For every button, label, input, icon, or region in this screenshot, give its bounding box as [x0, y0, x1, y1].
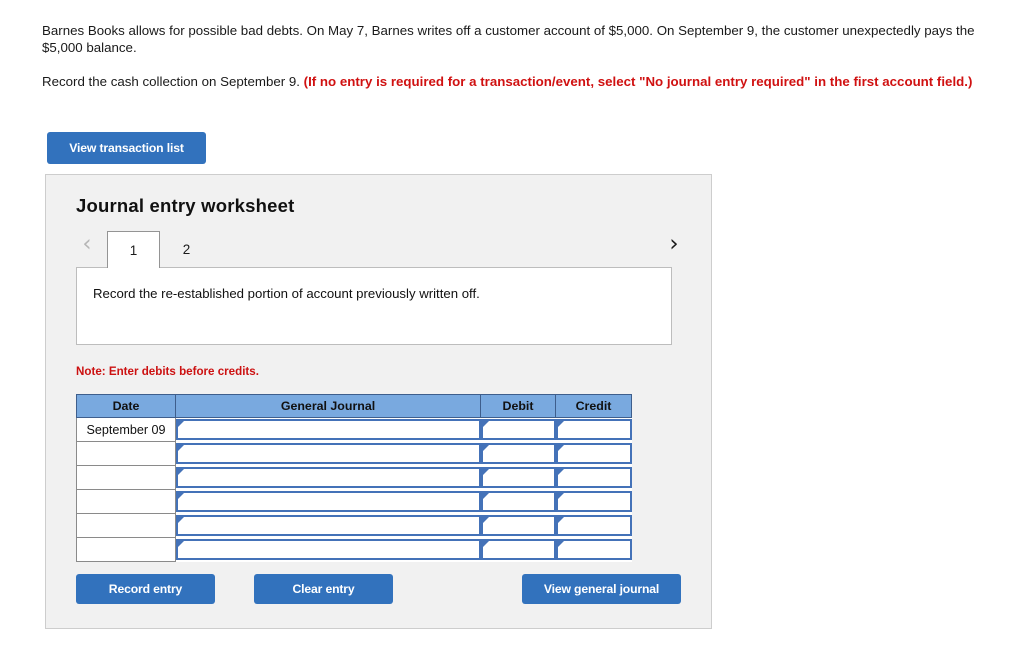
cell-credit: [555, 465, 632, 490]
debits-before-credits-note: Note: Enter debits before credits.: [76, 365, 259, 378]
record-entry-button[interactable]: Record entry: [76, 574, 215, 604]
cell-debit: [480, 537, 556, 562]
table-row: [76, 465, 632, 490]
cell-debit: [480, 489, 556, 514]
previous-entry-chevron-icon[interactable]: ‹: [76, 231, 98, 257]
view-transaction-list-button[interactable]: View transaction list: [47, 132, 206, 164]
cell-general-journal: [175, 465, 481, 490]
cell-credit: [555, 489, 632, 514]
credit-input[interactable]: [555, 419, 632, 441]
credit-input[interactable]: [555, 467, 632, 488]
debit-input[interactable]: [480, 539, 556, 560]
requirement-note: (If no entry is required for a transacti…: [303, 74, 973, 89]
credit-input[interactable]: [555, 443, 632, 464]
cell-credit: [555, 513, 632, 538]
worksheet-tab-1[interactable]: 1: [107, 231, 160, 268]
journal-entry-table: Date General Journal Debit Credit Septem…: [76, 394, 632, 562]
debit-input[interactable]: [480, 515, 556, 536]
column-header-date: Date: [76, 394, 176, 418]
cell-general-journal: [175, 537, 481, 562]
cell-date: [76, 513, 176, 538]
cell-debit: [480, 513, 556, 538]
instruction-box: Record the re-established portion of acc…: [76, 267, 672, 345]
table-row: [76, 441, 632, 466]
cell-date: [76, 537, 176, 562]
worksheet-tab-2[interactable]: 2: [160, 231, 213, 268]
cell-credit: [555, 441, 632, 466]
cell-debit: [480, 465, 556, 490]
cell-date: [76, 441, 176, 466]
general-journal-input[interactable]: [176, 539, 481, 560]
general-journal-input[interactable]: [176, 419, 481, 441]
requirement-text: Record the cash collection on September …: [42, 73, 1004, 90]
column-header-credit: Credit: [555, 394, 632, 418]
cell-date: [76, 489, 176, 514]
cell-general-journal: [175, 417, 481, 442]
next-entry-chevron-icon[interactable]: ›: [663, 231, 685, 257]
general-journal-input[interactable]: [176, 491, 481, 512]
general-journal-input[interactable]: [176, 467, 481, 488]
requirement-lead: Record the cash collection on September …: [42, 74, 300, 89]
credit-input[interactable]: [555, 491, 632, 512]
debit-input[interactable]: [480, 419, 556, 441]
cell-debit: [480, 417, 556, 442]
cell-date: September 09: [76, 417, 176, 442]
journal-entry-worksheet-panel: Journal entry worksheet ‹ › 1 2 Record t…: [45, 174, 712, 629]
cell-debit: [480, 441, 556, 466]
debit-input[interactable]: [480, 491, 556, 512]
debit-input[interactable]: [480, 443, 556, 464]
worksheet-title: Journal entry worksheet: [76, 195, 295, 216]
column-header-debit: Debit: [480, 394, 556, 418]
table-row: [76, 489, 632, 514]
general-journal-input[interactable]: [176, 443, 481, 464]
view-general-journal-button[interactable]: View general journal: [522, 574, 681, 604]
debit-input[interactable]: [480, 467, 556, 488]
scenario-text: Barnes Books allows for possible bad deb…: [42, 23, 975, 55]
instruction-text: Record the re-established portion of acc…: [93, 286, 480, 301]
table-row: [76, 513, 632, 538]
credit-input[interactable]: [555, 515, 632, 536]
clear-entry-button[interactable]: Clear entry: [254, 574, 393, 604]
cell-general-journal: [175, 441, 481, 466]
cell-credit: [555, 537, 632, 562]
table-row: [76, 537, 632, 562]
cell-general-journal: [175, 489, 481, 514]
table-row: September 09: [76, 417, 632, 442]
column-header-general-journal: General Journal: [175, 394, 481, 418]
cell-credit: [555, 417, 632, 442]
credit-input[interactable]: [555, 539, 632, 560]
problem-statement: Barnes Books allows for possible bad deb…: [42, 22, 1004, 90]
table-header-row: Date General Journal Debit Credit: [76, 394, 632, 418]
cell-general-journal: [175, 513, 481, 538]
general-journal-input[interactable]: [176, 515, 481, 536]
cell-date: [76, 465, 176, 490]
